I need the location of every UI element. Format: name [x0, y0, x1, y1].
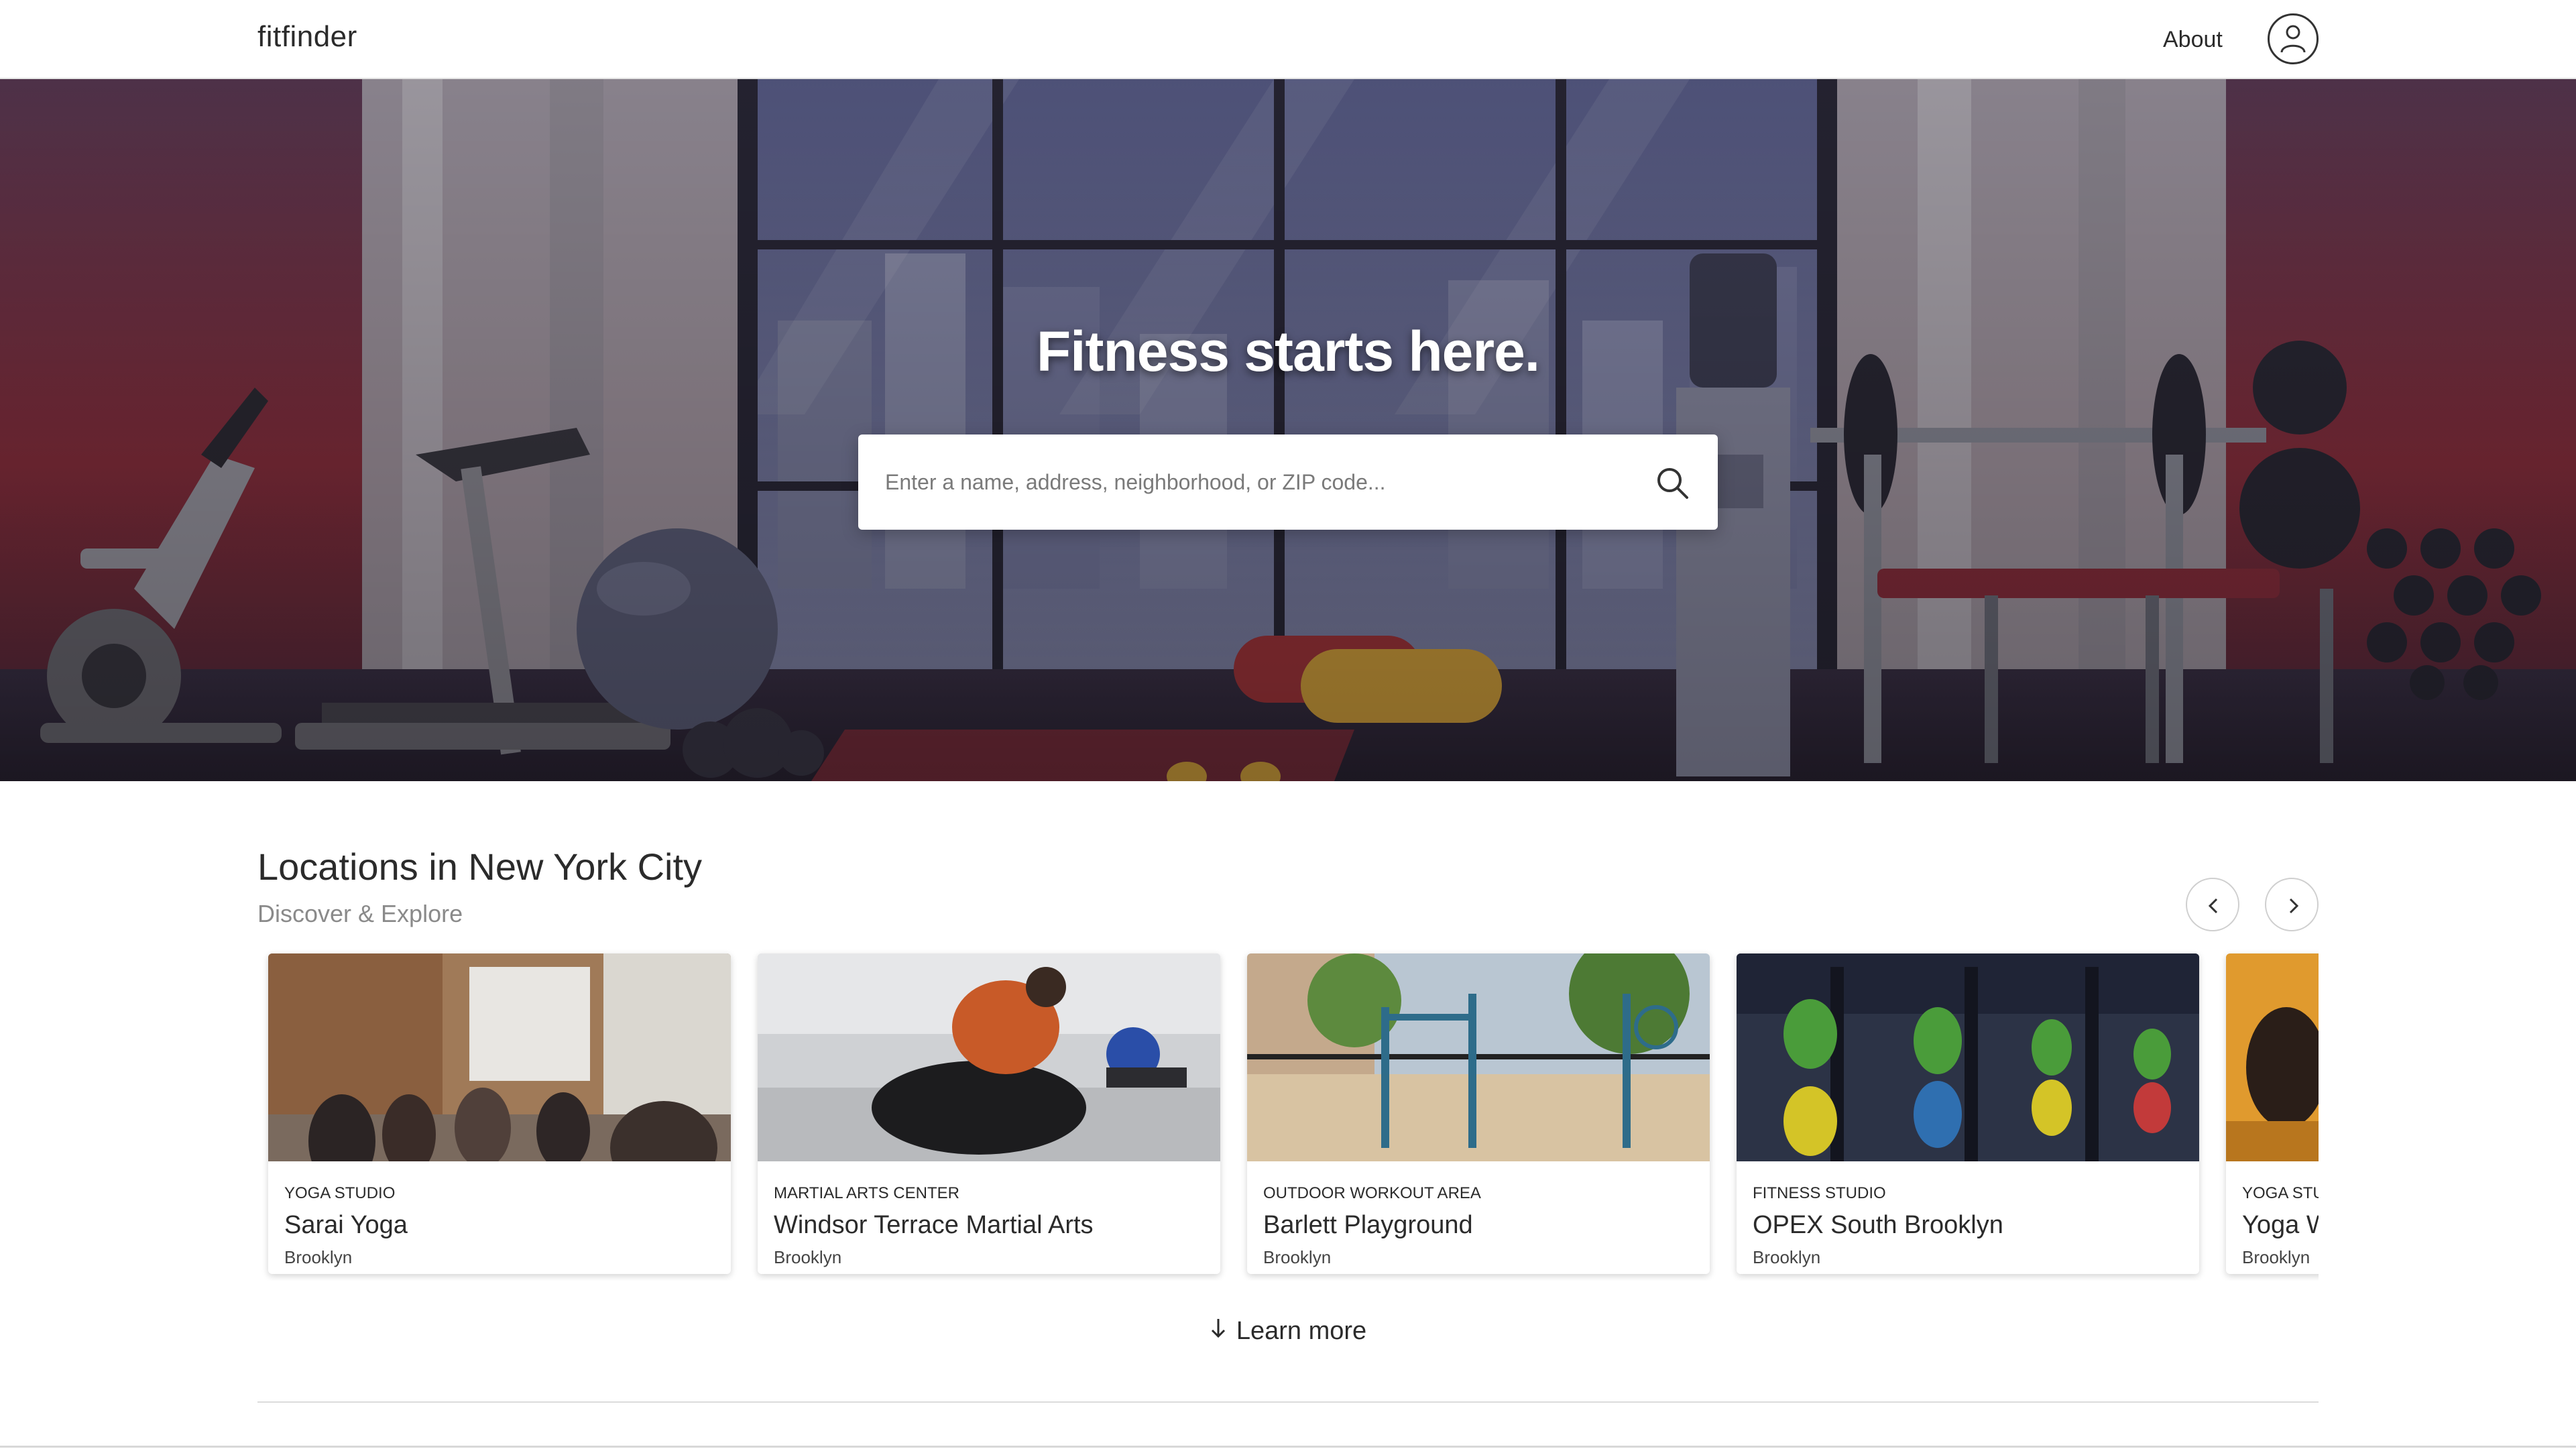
- location-card-yoga-partial[interactable]: YOGA STU Yoga W Brooklyn: [2226, 953, 2319, 1274]
- card-title: Sarai Yoga: [284, 1211, 408, 1239]
- location-card-opex-south-brooklyn[interactable]: FITNESS STUDIO OPEX South Brooklyn Brook…: [1737, 953, 2199, 1274]
- card-neighborhood: Brooklyn: [1753, 1247, 1821, 1267]
- card-neighborhood: Brooklyn: [1263, 1247, 1332, 1267]
- card-neighborhood: Brooklyn: [774, 1247, 842, 1267]
- fitness-studio-photo: [1737, 953, 2199, 1161]
- location-card-barlett-playground[interactable]: OUTDOOR WORKOUT AREA Barlett Playground …: [1247, 953, 1710, 1274]
- account-button[interactable]: [2268, 13, 2319, 64]
- search-input[interactable]: [885, 460, 1623, 504]
- card-category: YOGA STUDIO: [284, 1184, 396, 1202]
- martial-arts-photo: [758, 953, 1220, 1161]
- card-neighborhood: Brooklyn: [2242, 1247, 2310, 1267]
- learn-more-link[interactable]: Learn more: [0, 1317, 2576, 1346]
- fitfinder-logo[interactable]: fitfinder: [257, 20, 357, 54]
- locations-subtitle: Discover & Explore: [257, 900, 463, 927]
- chevron-right-icon: [2289, 898, 2299, 914]
- about-link[interactable]: About: [2163, 27, 2223, 53]
- card-category: YOGA STU: [2242, 1184, 2319, 1202]
- card-title: Windsor Terrace Martial Arts: [774, 1211, 1094, 1239]
- outdoor-workout-photo: [1247, 953, 1710, 1161]
- card-neighborhood: Brooklyn: [284, 1247, 353, 1267]
- carousel-next-button[interactable]: [2265, 878, 2319, 931]
- locations-title: Locations in New York City: [257, 846, 703, 888]
- card-title: Barlett Playground: [1263, 1211, 1473, 1239]
- gym-illustration: [0, 79, 2576, 781]
- chevron-left-icon: [2208, 898, 2218, 914]
- location-card-windsor-terrace-martial-arts[interactable]: MARTIAL ARTS CENTER Windsor Terrace Mart…: [758, 953, 1220, 1274]
- location-card-sarai-yoga[interactable]: YOGA STUDIO Sarai Yoga Brooklyn: [268, 953, 731, 1274]
- section-divider: [257, 1401, 2319, 1403]
- yoga-studio-photo: [268, 953, 731, 1161]
- learn-more-label: Learn more: [1236, 1317, 1367, 1345]
- top-nav-bar: fitfinder About: [0, 0, 2576, 79]
- search-bar: [858, 434, 1718, 530]
- user-icon: [2280, 25, 2306, 53]
- hero-banner: Fitness starts here.: [0, 79, 2576, 781]
- yoga-photo: [2226, 953, 2319, 1161]
- card-category: MARTIAL ARTS CENTER: [774, 1184, 959, 1202]
- locations-carousel: YOGA STUDIO Sarai Yoga Brooklyn MARTIAL …: [257, 945, 2319, 1281]
- page-bottom-border: [0, 1446, 2576, 1448]
- card-title: OPEX South Brooklyn: [1753, 1211, 2003, 1239]
- card-category: OUTDOOR WORKOUT AREA: [1263, 1184, 1481, 1202]
- hero-title: Fitness starts here.: [1036, 320, 1540, 383]
- carousel-prev-button[interactable]: [2186, 878, 2239, 931]
- card-title: Yoga W: [2242, 1211, 2319, 1239]
- card-category: FITNESS STUDIO: [1753, 1184, 1886, 1202]
- search-icon[interactable]: [1653, 464, 1691, 502]
- arrow-down-icon: [1210, 1317, 1227, 1346]
